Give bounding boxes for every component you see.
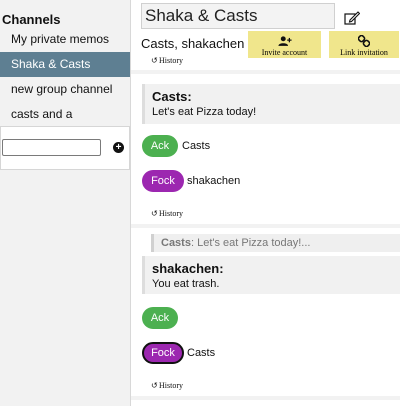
history-icon: ↺: [151, 56, 158, 65]
history-link[interactable]: ↺History: [151, 381, 183, 390]
chat-main: Shaka & Casts Casts, shakachen Invite ac…: [130, 0, 400, 406]
channel-members: Casts, shakachen: [141, 36, 245, 51]
reaction-user: Casts: [182, 140, 211, 152]
ack-reaction-button[interactable]: Ack: [142, 135, 178, 157]
history-link[interactable]: ↺History: [151, 56, 183, 65]
reaction-user: shakachen: [187, 175, 241, 187]
add-user-icon: [277, 36, 292, 46]
edit-pencil-icon[interactable]: [344, 11, 360, 25]
channel-item-shaka-casts[interactable]: Shaka & Casts: [0, 52, 130, 77]
reaction-user: Casts: [187, 347, 216, 359]
history-icon: ↺: [151, 209, 158, 218]
message-divider: [131, 224, 400, 228]
history-label: History: [159, 56, 183, 65]
channel-sidebar: Channels My private memos Shaka & Casts …: [0, 0, 130, 406]
link-icon: [358, 35, 370, 47]
message-divider: [131, 70, 400, 74]
message-author: Casts:: [152, 89, 192, 104]
message-author: shakachen:: [152, 261, 224, 276]
channel-item-new-group-channel[interactable]: new group channel: [0, 77, 130, 102]
quoted-message[interactable]: Casts: Let's eat Pizza today!...: [151, 234, 400, 252]
invite-account-label: Invite account: [261, 48, 308, 57]
link-invitation-button[interactable]: Link invitation: [329, 31, 399, 58]
new-channel-input[interactable]: [2, 139, 101, 156]
channel-title-input[interactable]: Shaka & Casts: [141, 3, 335, 29]
quote-author: Casts: [161, 237, 191, 249]
channel-item-casts-and-a[interactable]: casts and a: [0, 102, 130, 127]
history-label: History: [159, 381, 183, 390]
channels-heading: Channels: [2, 12, 61, 27]
invite-account-button[interactable]: Invite account: [248, 31, 321, 58]
quote-text: : Let's eat Pizza today!...: [190, 237, 311, 249]
message-card: shakachen: You eat trash.: [142, 256, 400, 294]
history-icon: ↺: [151, 381, 158, 390]
fock-reaction-button[interactable]: Fock: [142, 342, 184, 364]
history-link[interactable]: ↺History: [151, 209, 183, 218]
message-text: Let's eat Pizza today!: [152, 106, 257, 118]
new-channel-box: +: [0, 126, 130, 170]
message-text: You eat trash.: [152, 278, 220, 290]
channel-item-my-private-memos[interactable]: My private memos: [0, 27, 130, 52]
plus-circle-icon[interactable]: +: [113, 142, 124, 153]
fock-reaction-button[interactable]: Fock: [142, 170, 184, 192]
message-divider: [131, 396, 400, 400]
link-invitation-label: Link invitation: [340, 48, 388, 57]
message-card: Casts: Let's eat Pizza today!: [142, 84, 400, 124]
history-label: History: [159, 209, 183, 218]
ack-reaction-button[interactable]: Ack: [142, 307, 178, 329]
